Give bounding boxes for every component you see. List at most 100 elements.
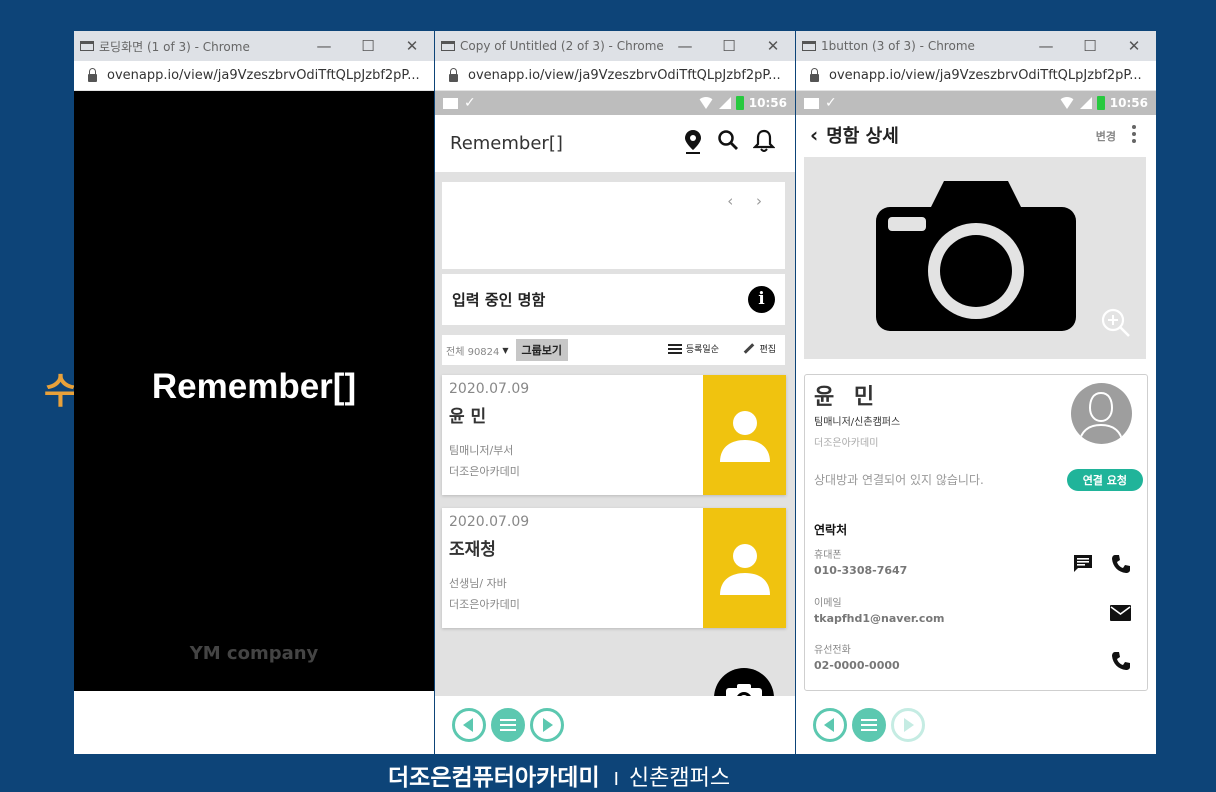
caret-down-icon[interactable]: ▼ xyxy=(502,346,508,355)
card-role: 팀매니저/부서 xyxy=(449,444,514,457)
footer-brand-name: 더조은컴퓨터아카데미 xyxy=(388,765,600,791)
menu-button[interactable] xyxy=(491,708,525,742)
card-org: 더조은아카데미 xyxy=(449,598,520,611)
address-bar[interactable]: ovenapp.io/view/ja9VzeszbrvOdiTftQLpJzbf… xyxy=(796,61,1156,91)
title-bar[interactable]: 1button (3 of 3) - Chrome — ☐ ✕ xyxy=(796,31,1156,61)
mail-icon[interactable] xyxy=(1110,605,1131,621)
signal-icon xyxy=(1079,97,1092,109)
title-bar[interactable]: 로딩화면 (1 of 3) - Chrome — ☐ ✕ xyxy=(74,31,434,61)
phone-icon[interactable] xyxy=(1111,554,1131,574)
contact-role: 팀매니저/신촌캠퍼스 xyxy=(814,417,901,428)
pending-cards-bar[interactable]: 입력 중인 명함 i xyxy=(442,274,785,325)
minimize-button[interactable]: — xyxy=(663,31,707,61)
address-bar[interactable]: ovenapp.io/view/ja9VzeszbrvOdiTftQLpJzbf… xyxy=(74,61,434,91)
prototype-nav xyxy=(435,696,795,754)
arrow-left-icon xyxy=(824,718,834,732)
change-button[interactable]: 변경 xyxy=(1096,128,1116,144)
close-button[interactable]: ✕ xyxy=(751,31,795,61)
info-icon[interactable]: i xyxy=(748,286,775,313)
edit-button[interactable]: 편집 xyxy=(743,342,776,355)
card-photo xyxy=(703,508,786,628)
filter-bar: 전체 90824 ▼ 그룹보기 등록일순 편집 xyxy=(442,335,785,365)
arrow-left-icon xyxy=(463,718,473,732)
search-icon[interactable] xyxy=(717,129,739,155)
avatar xyxy=(1071,383,1132,444)
title-bar[interactable]: Copy of Untitled (2 of 3) - Chrome — ☐ ✕ xyxy=(435,31,795,61)
maximize-button[interactable]: ☐ xyxy=(1068,31,1112,61)
app-screen: ✓ 10:56 Remember[] ‹ › 입력 중인 명함 i 전체 908… xyxy=(435,91,795,754)
banner: ‹ › xyxy=(442,182,785,269)
location-icon[interactable] xyxy=(683,129,703,155)
status-bar: ✓ 10:56 xyxy=(796,91,1156,115)
maximize-button[interactable]: ☐ xyxy=(707,31,751,61)
next-page-button[interactable] xyxy=(891,708,925,742)
card-item[interactable]: 2020.07.09 조재청 선생님/ 자바 더조은아카데미 xyxy=(442,508,786,628)
address-bar[interactable]: ovenapp.io/view/ja9VzeszbrvOdiTftQLpJzbf… xyxy=(435,61,795,91)
lock-icon xyxy=(449,67,458,82)
contact-name: 윤 민 xyxy=(814,385,881,410)
arrow-right-icon xyxy=(904,718,914,732)
minimize-button[interactable]: — xyxy=(302,31,346,61)
menu-icon xyxy=(500,719,516,731)
sort-label: 등록일순 xyxy=(685,345,719,355)
email-value[interactable]: tkapfhd1@naver.com xyxy=(814,612,944,625)
edit-label: 편집 xyxy=(759,345,776,355)
close-button[interactable]: ✕ xyxy=(1112,31,1156,61)
page-title: 명함 상세 xyxy=(826,126,899,147)
app-brand: Remember[] xyxy=(450,133,563,154)
check-icon: ✓ xyxy=(464,95,476,111)
contact-section-title: 연락처 xyxy=(814,523,848,537)
message-icon[interactable] xyxy=(1073,554,1093,573)
status-time: 10:56 xyxy=(748,96,787,110)
close-button[interactable]: ✕ xyxy=(390,31,434,61)
url-text[interactable]: ovenapp.io/view/ja9VzeszbrvOdiTftQLpJzbf… xyxy=(829,68,1142,83)
card-date: 2020.07.09 xyxy=(449,514,530,530)
zoom-icon xyxy=(1101,308,1130,337)
arrow-right-icon xyxy=(543,718,553,732)
app-screen: ✓ 10:56 ‹ 명함 상세 변경 윤 민 팀매니저/신촌캠퍼스 더조은아카데… xyxy=(796,91,1156,754)
prototype-nav xyxy=(796,696,1156,754)
browser-window-loading: 로딩화면 (1 of 3) - Chrome — ☐ ✕ ovenapp.io/… xyxy=(74,31,434,754)
menu-button[interactable] xyxy=(852,708,886,742)
footer-brand: 더조은컴퓨터아카데미 I 신촌캠퍼스 xyxy=(388,758,730,792)
url-text[interactable]: ovenapp.io/view/ja9VzeszbrvOdiTftQLpJzbf… xyxy=(107,68,420,83)
window-icon xyxy=(802,41,816,51)
card-item[interactable]: 2020.07.09 윤 민 팀매니저/부서 더조은아카데미 xyxy=(442,375,786,495)
more-icon[interactable] xyxy=(1132,125,1136,145)
person-icon xyxy=(719,411,770,462)
minimize-button[interactable]: — xyxy=(1024,31,1068,61)
battery-icon xyxy=(735,96,744,110)
footer-campus: 신촌캠퍼스 xyxy=(628,766,731,791)
pencil-icon xyxy=(744,343,755,354)
connect-request-button[interactable]: 연결 요청 xyxy=(1066,469,1143,491)
card-org: 더조은아카데미 xyxy=(449,465,520,478)
sort-icon xyxy=(667,343,682,354)
email-label: 이메일 xyxy=(814,598,842,609)
signal-icon xyxy=(718,97,731,109)
total-count[interactable]: 전체 90824 xyxy=(446,343,499,358)
landline-value[interactable]: 02-0000-0000 xyxy=(814,659,900,672)
person-icon xyxy=(719,544,770,595)
landline-label: 유선전화 xyxy=(814,645,851,656)
maximize-button[interactable]: ☐ xyxy=(346,31,390,61)
phone-icon[interactable] xyxy=(1111,651,1131,671)
prev-page-button[interactable] xyxy=(452,708,486,742)
pending-title: 입력 중인 명함 xyxy=(452,291,546,309)
sort-button[interactable]: 등록일순 xyxy=(667,342,719,355)
url-text[interactable]: ovenapp.io/view/ja9VzeszbrvOdiTftQLpJzbf… xyxy=(468,68,781,83)
app-bar: ‹ 명함 상세 변경 xyxy=(796,115,1156,155)
card-name: 조재청 xyxy=(449,540,496,560)
footer-separator: I xyxy=(613,769,619,790)
group-view-button[interactable]: 그룹보기 xyxy=(515,339,569,361)
prev-page-button[interactable] xyxy=(813,708,847,742)
banner-arrows[interactable]: ‹ › xyxy=(727,192,771,210)
bell-icon[interactable] xyxy=(753,129,775,155)
battery-icon xyxy=(1096,96,1105,110)
mobile-value[interactable]: 010-3308-7647 xyxy=(814,564,907,577)
card-image[interactable] xyxy=(804,157,1146,359)
loading-screen: Remember[] YM company xyxy=(74,91,434,691)
mail-icon xyxy=(443,97,458,109)
app-logo: Remember[] xyxy=(151,367,357,406)
back-icon[interactable]: ‹ xyxy=(810,123,818,147)
next-page-button[interactable] xyxy=(530,708,564,742)
